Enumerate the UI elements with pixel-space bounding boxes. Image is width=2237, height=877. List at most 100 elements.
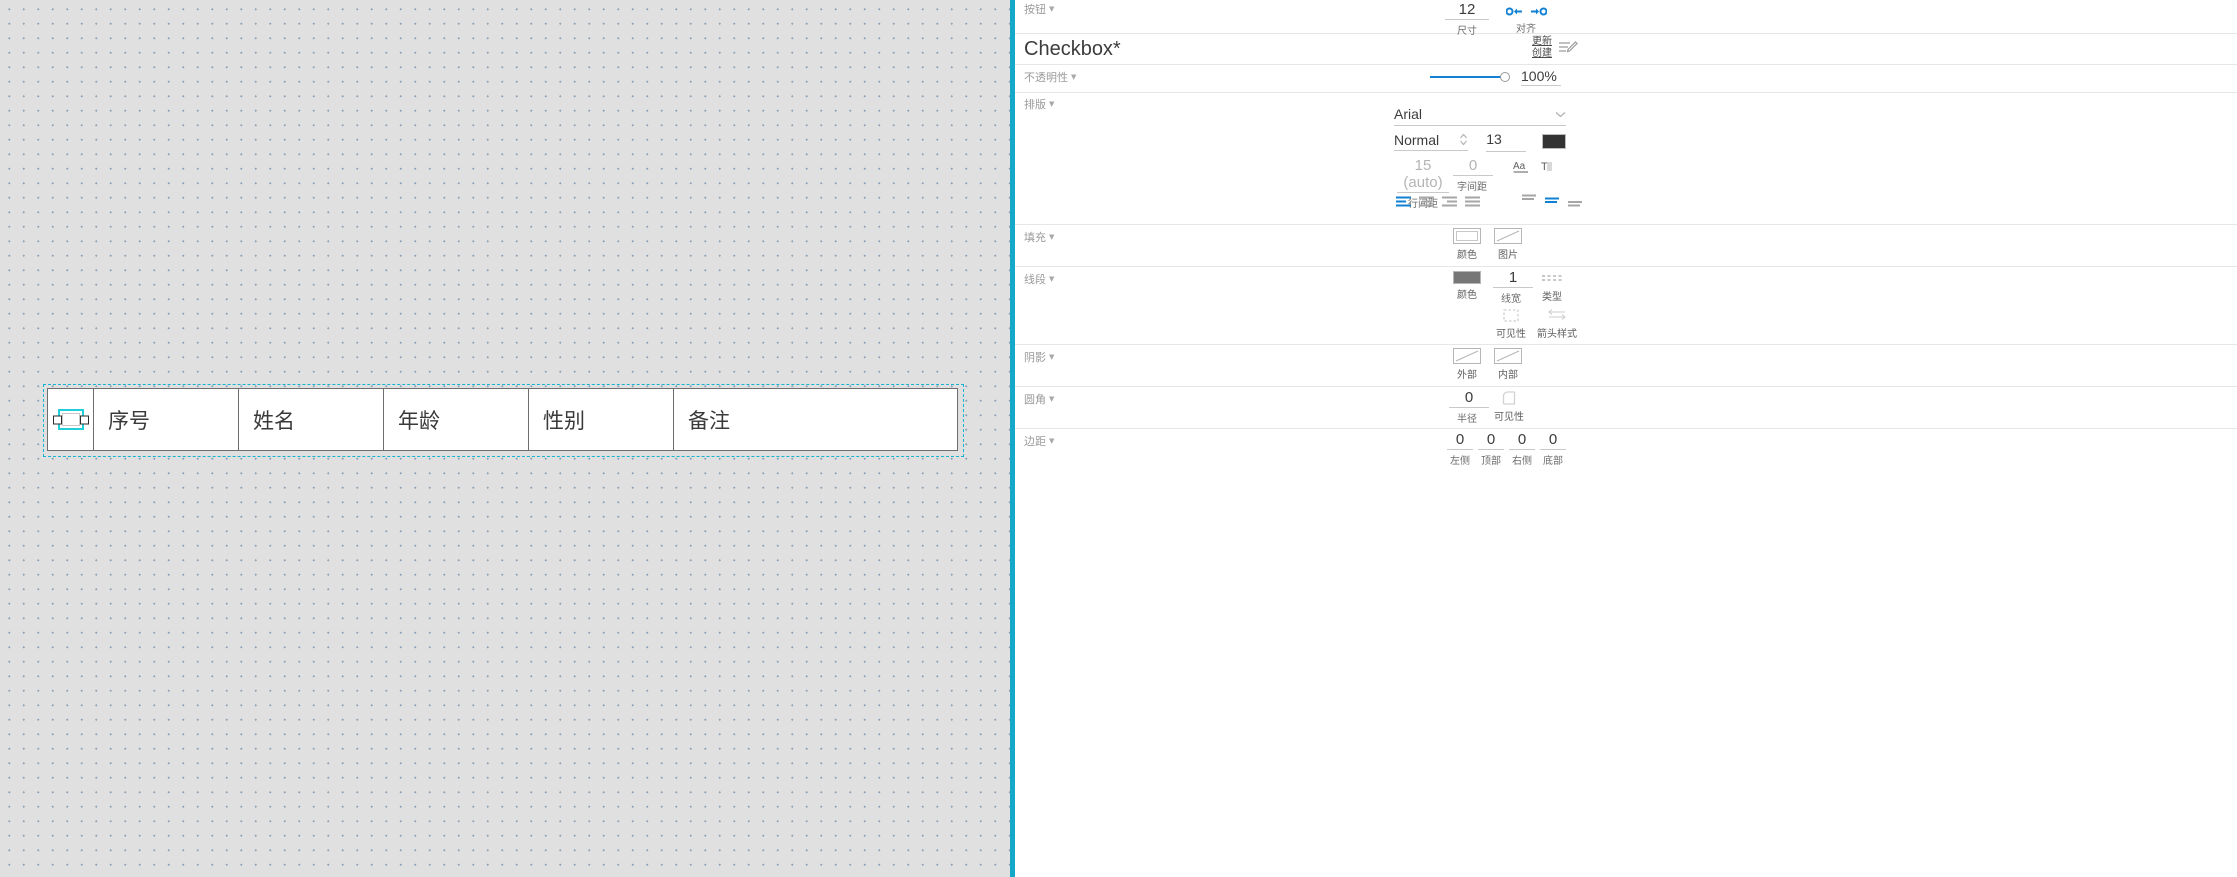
- inner-shadow-icon: [1494, 348, 1522, 364]
- table-cell-age[interactable]: 年龄: [384, 389, 529, 450]
- section-typography: 排版 ▼ Arial Normal 13 15 (auto) 0 字间距 Aa …: [1015, 93, 2237, 225]
- text-case-icon[interactable]: Aa: [1513, 159, 1530, 179]
- horizontal-align-group: [1396, 195, 1481, 213]
- svg-text:T: T: [1541, 161, 1548, 173]
- table-header-label: 序号: [108, 408, 150, 433]
- table-widget[interactable]: 序号 姓名 年龄 性别 备注: [47, 388, 958, 451]
- padding-top-value[interactable]: 0: [1478, 431, 1504, 450]
- chevron-down-icon: ▼: [1049, 5, 1055, 13]
- resize-handle-left[interactable]: [52, 415, 62, 424]
- stepper-icon[interactable]: [1459, 133, 1468, 148]
- font-family-select[interactable]: Arial: [1394, 105, 1566, 126]
- align-field[interactable]: 对齐: [1499, 3, 1553, 35]
- line-color-caption: 颜色: [1457, 290, 1477, 301]
- style-inspector-panel: 按钮 ▼ 12 尺寸 对齐 Checkbox* 更新 创建 不透明性 ▼ 100…: [1015, 0, 2237, 877]
- align-right-icon[interactable]: [1530, 1, 1547, 20]
- table-cell-gender[interactable]: 性别: [529, 389, 674, 450]
- section-corner-label[interactable]: 圆角 ▼: [1024, 391, 1054, 407]
- chevron-down-icon: ▼: [1049, 233, 1055, 241]
- create-link[interactable]: 创建: [1532, 48, 1552, 60]
- size-value[interactable]: 12: [1445, 1, 1489, 20]
- section-padding: 边距 ▼ 0 左侧 0 顶部 0 右侧 0 底部: [1015, 429, 2237, 471]
- line-type-button[interactable]: 类型: [1534, 270, 1570, 303]
- table-cell-remark[interactable]: 备注: [674, 389, 957, 450]
- section-padding-label[interactable]: 边距 ▼: [1024, 433, 1054, 449]
- section-line-label[interactable]: 线段 ▼: [1024, 271, 1054, 287]
- line-type-icon: [1534, 270, 1570, 286]
- section-opacity-label[interactable]: 不透明性 ▼: [1024, 69, 1076, 85]
- fill-color-icon: [1453, 228, 1481, 244]
- align-left-icon[interactable]: [1505, 1, 1523, 20]
- font-style-select[interactable]: Normal: [1394, 132, 1469, 151]
- line-width-value[interactable]: 1: [1493, 269, 1533, 288]
- padding-left-field[interactable]: 0 左侧: [1447, 431, 1473, 467]
- chevron-down-icon: ▼: [1049, 275, 1055, 283]
- chevron-down-icon: ▼: [1071, 73, 1077, 81]
- padding-bottom-value[interactable]: 0: [1540, 431, 1566, 450]
- line-color-button[interactable]: 颜色: [1449, 270, 1485, 301]
- align-text-center-icon[interactable]: [1419, 195, 1435, 213]
- align-text-right-icon[interactable]: [1442, 195, 1458, 213]
- corner-visibility-button[interactable]: 可见性: [1491, 390, 1527, 423]
- align-caption: 对齐: [1516, 24, 1536, 35]
- table-cell-index[interactable]: 序号: [94, 389, 239, 450]
- padding-left-value[interactable]: 0: [1447, 431, 1473, 450]
- section-typography-label[interactable]: 排版 ▼: [1024, 96, 1054, 112]
- padding-right-caption: 右侧: [1512, 456, 1532, 467]
- letter-spacing-value[interactable]: 0: [1453, 157, 1493, 176]
- align-top-icon[interactable]: [1521, 194, 1537, 213]
- section-widget-title: Checkbox* 更新 创建: [1015, 34, 2237, 65]
- alignment-row: [1396, 194, 1583, 213]
- font-color-swatch[interactable]: [1542, 134, 1566, 149]
- font-size-input[interactable]: 13: [1486, 131, 1527, 152]
- section-shadow-label[interactable]: 阴影 ▼: [1024, 349, 1054, 365]
- widget-name-label[interactable]: Checkbox*: [1024, 38, 1121, 61]
- arrow-style-icon: [1534, 307, 1580, 323]
- table-header-label: 年龄: [398, 408, 440, 433]
- corner-visibility-caption: 可见性: [1494, 412, 1524, 423]
- corner-visibility-icon: [1491, 390, 1527, 406]
- table-cell-checkbox[interactable]: [48, 389, 94, 450]
- section-opacity: 不透明性 ▼ 100%: [1015, 65, 2237, 93]
- letter-spacing-field[interactable]: 0 字间距: [1453, 157, 1493, 193]
- size-field[interactable]: 12 尺寸: [1445, 1, 1489, 37]
- outer-shadow-button[interactable]: 外部: [1449, 348, 1485, 381]
- line-width-field[interactable]: 1 线宽: [1493, 269, 1533, 305]
- arrow-style-button[interactable]: 箭头样式: [1534, 307, 1580, 340]
- update-link[interactable]: 更新: [1532, 36, 1552, 48]
- inner-shadow-button[interactable]: 内部: [1490, 348, 1526, 381]
- corner-radius-value[interactable]: 0: [1449, 389, 1489, 408]
- opacity-track: [1430, 76, 1506, 78]
- padding-top-field[interactable]: 0 顶部: [1478, 431, 1504, 467]
- padding-fields: 0 左侧 0 顶部 0 右侧 0 底部: [1447, 431, 1566, 467]
- opacity-slider[interactable]: [1430, 70, 1513, 84]
- align-text-left-icon[interactable]: [1396, 195, 1412, 213]
- checkbox-widget-selected[interactable]: [52, 409, 89, 430]
- opacity-value[interactable]: 100%: [1521, 68, 1561, 86]
- line-visibility-icon: [1493, 307, 1529, 323]
- align-text-justify-icon[interactable]: [1465, 195, 1481, 213]
- padding-bottom-field[interactable]: 0 底部: [1540, 431, 1566, 467]
- text-underline-icon[interactable]: T: [1540, 159, 1553, 179]
- fill-color-button[interactable]: 颜色: [1449, 228, 1485, 261]
- panel-divider[interactable]: [1010, 0, 1015, 877]
- corner-radius-field[interactable]: 0 半径: [1449, 389, 1489, 425]
- padding-right-field[interactable]: 0 右侧: [1509, 431, 1535, 467]
- section-line: 线段 ▼ 颜色 1 线宽 类型 可见性 箭头样式: [1015, 267, 2237, 345]
- opacity-thumb[interactable]: [1500, 72, 1510, 82]
- table-header-label: 姓名: [253, 408, 295, 433]
- align-middle-icon[interactable]: [1544, 194, 1560, 213]
- resize-handle-right[interactable]: [79, 415, 89, 424]
- padding-top-caption: 顶部: [1481, 456, 1501, 467]
- section-button-label[interactable]: 按钮 ▼: [1024, 1, 1054, 17]
- section-fill-label[interactable]: 填充 ▼: [1024, 229, 1054, 245]
- table-cell-name[interactable]: 姓名: [239, 389, 384, 450]
- fill-image-button[interactable]: 图片: [1490, 228, 1526, 261]
- edit-note-icon[interactable]: [1558, 40, 1578, 63]
- padding-right-value[interactable]: 0: [1509, 431, 1535, 450]
- align-bottom-icon[interactable]: [1567, 194, 1583, 213]
- line-visibility-button[interactable]: 可见性: [1493, 307, 1529, 340]
- corner-radius-caption: 半径: [1457, 414, 1477, 425]
- line-height-value[interactable]: 15 (auto): [1397, 157, 1449, 193]
- design-canvas[interactable]: 序号 姓名 年龄 性别 备注: [0, 0, 1010, 877]
